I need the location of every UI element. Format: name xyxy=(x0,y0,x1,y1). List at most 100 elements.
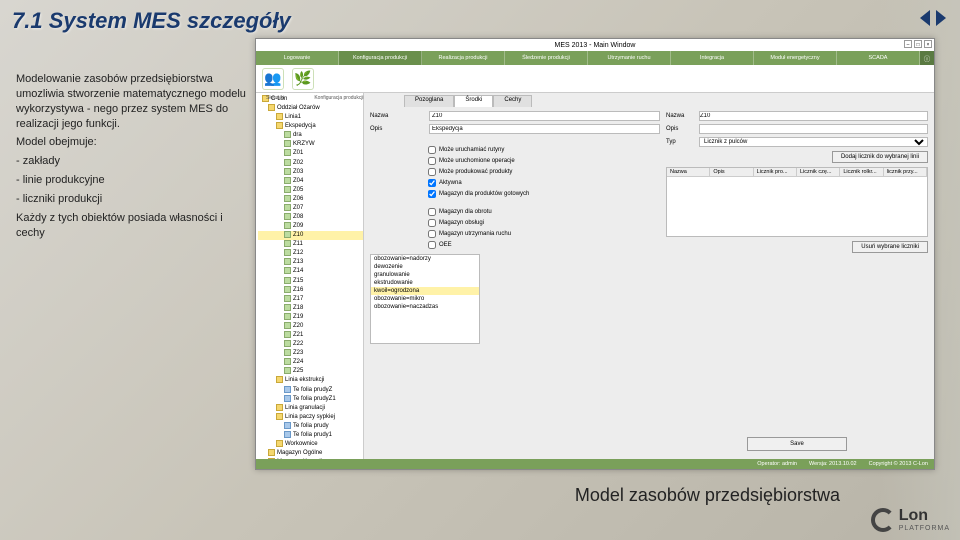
chk7[interactable] xyxy=(428,219,436,227)
form-left: Nazwa Opis Może uruchamiać rutyny Może u… xyxy=(370,111,660,455)
save-button[interactable]: Save xyxy=(747,437,847,451)
chk3[interactable] xyxy=(428,168,436,176)
tree-z21: Z21 xyxy=(258,331,363,340)
toolbar-icon-config[interactable]: 🌿 xyxy=(292,68,314,90)
slide-caption: Model zasobów przedsiębiorstwa xyxy=(575,485,840,506)
main-panel: Pozoglana Środki Cechy Nazwa Opis Może u… xyxy=(364,93,934,459)
tree-z02: Z02 xyxy=(258,159,363,168)
status-copyright: Copyright © 2013 C-Lon xyxy=(869,461,928,467)
tree-z07: Z07 xyxy=(258,204,363,213)
tree-panel[interactable]: C-Lon Oddział Ożarów Linia1 Ekspedycja d… xyxy=(256,93,364,459)
tree-ex2: Te folia prudyZ1 xyxy=(258,395,363,404)
tree-z20: Z20 xyxy=(258,322,363,331)
ops-5[interactable]: obozowanie=mikro xyxy=(371,295,479,303)
opis-input[interactable] xyxy=(429,124,660,134)
tree-z08: Z08 xyxy=(258,213,363,222)
add-counter-button[interactable]: Dodaj licznik do wybranej linii xyxy=(832,151,928,163)
tree-z01: Z01 xyxy=(258,149,363,158)
ops-4[interactable]: kwoil=ogrodzona xyxy=(371,287,479,295)
tree-z25: Z25 xyxy=(258,367,363,376)
menu-item-0[interactable]: Logowanie xyxy=(256,51,339,65)
ops-0[interactable]: obozowanie=nadorzy xyxy=(371,255,479,263)
tree-z12: Z12 xyxy=(258,249,363,258)
ops-3[interactable]: ekstrudowanie xyxy=(371,279,479,287)
slide-description: Modelowanie zasobów przedsiębiorstwa umo… xyxy=(16,72,246,244)
desc-p1: Model obejmuje: xyxy=(16,135,246,150)
info-icon[interactable]: ⓘ xyxy=(920,51,934,65)
menu-item-6[interactable]: Moduł energetyczny xyxy=(754,51,837,65)
desc-p4: - liczniki produkcji xyxy=(16,192,246,207)
tree-dra: dra xyxy=(258,131,363,140)
maximize-button[interactable]: □ xyxy=(914,40,922,48)
tab-1[interactable]: Środki xyxy=(454,95,493,107)
minimize-button[interactable]: – xyxy=(904,40,912,48)
ops-6[interactable]: obozowanie=naczadzas xyxy=(371,303,479,311)
chk9[interactable] xyxy=(428,241,436,249)
next-slide-icon[interactable] xyxy=(936,10,946,26)
gh-0: Nazwa xyxy=(667,168,710,176)
menu-item-1[interactable]: Konfiguracja produkcji xyxy=(339,51,422,65)
chk6[interactable] xyxy=(428,208,436,216)
menu-item-7[interactable]: SCADA xyxy=(837,51,920,65)
toolbar-icon-users[interactable]: 👥 xyxy=(262,68,284,90)
tab-2[interactable]: Cechy xyxy=(493,95,532,107)
r-typ-select[interactable]: Licznik z pulców xyxy=(699,137,928,147)
gh-4: Licznik rolkr... xyxy=(840,168,883,176)
tree-z23: Z23 xyxy=(258,349,363,358)
mes-app-window: MES 2013 - Main Window – □ × Logowanie K… xyxy=(255,38,935,470)
chk4[interactable] xyxy=(428,179,436,187)
tree-z15: Z15 xyxy=(258,277,363,286)
toolbar: 👥 🌿 xyxy=(256,65,934,93)
logo-text: Lon xyxy=(899,507,950,525)
logo-icon xyxy=(871,508,895,532)
prev-slide-icon[interactable] xyxy=(920,10,930,26)
gh-5: licznik przy... xyxy=(884,168,927,176)
r-typ-label: Typ xyxy=(666,139,696,145)
menu-item-5[interactable]: Integracja xyxy=(671,51,754,65)
form-right: Nazwa Opis TypLicznik z pulców Dodaj lic… xyxy=(666,111,928,455)
logo-subtext: PLATFORMA xyxy=(899,525,950,532)
close-button[interactable]: × xyxy=(924,40,932,48)
tree-s2: Te folia prudy1 xyxy=(258,431,363,440)
ops-1[interactable]: dewozenie xyxy=(371,263,479,271)
tree-line1: Linia1 xyxy=(258,113,363,122)
nazwa-input[interactable] xyxy=(429,111,660,121)
chk2[interactable] xyxy=(428,157,436,165)
tree-z09: Z09 xyxy=(258,222,363,231)
menu-item-2[interactable]: Realizacja produkcji xyxy=(422,51,505,65)
chk5[interactable] xyxy=(428,190,436,198)
tree-exp: Ekspedycja xyxy=(258,122,363,131)
tree-z05: Z05 xyxy=(258,186,363,195)
statusbar: Operator: admin Wersja: 2013.10.02 Copyr… xyxy=(256,459,934,469)
menu-item-4[interactable]: Utrzymanie ruchu xyxy=(588,51,671,65)
menu-item-3[interactable]: Śledzenie produkcji xyxy=(505,51,588,65)
chk8[interactable] xyxy=(428,230,436,238)
tree-mag1: Magazyn Ogólne xyxy=(258,449,363,458)
desc-p3: - linie produkcyjne xyxy=(16,173,246,188)
chk1[interactable] xyxy=(428,146,436,154)
slide-title: 7.1 System MES szczegóły xyxy=(12,8,291,34)
ops-list[interactable]: obozowanie=nadorzy dewozenie granulowani… xyxy=(370,254,480,344)
tree-z10: Z10 xyxy=(258,231,363,240)
tree-gline: Linia granulacji xyxy=(258,404,363,413)
tree-plant: Oddział Ożarów xyxy=(258,104,363,113)
toolbar-label-0: Słowniki xyxy=(266,95,284,101)
status-operator: Operator: admin xyxy=(757,461,797,467)
counter-grid[interactable]: Nazwa Opis Licznik pro... Licznik czę...… xyxy=(666,167,928,237)
tree-s1: Te folia prudy xyxy=(258,422,363,431)
tab-0[interactable]: Pozoglana xyxy=(404,95,454,107)
tree-z17: Z17 xyxy=(258,295,363,304)
nazwa-label: Nazwa xyxy=(370,113,425,119)
r-nazwa-input[interactable] xyxy=(699,111,928,121)
tree-z11: Z11 xyxy=(258,240,363,249)
delete-counter-button[interactable]: Usuń wybrane liczniki xyxy=(852,241,928,253)
gh-1: Opis xyxy=(710,168,753,176)
gh-3: Licznik czę... xyxy=(797,168,840,176)
tree-sline: Linia paczy sypkiej xyxy=(258,413,363,422)
tree-work: Workownice xyxy=(258,440,363,449)
status-version: Wersja: 2013.10.02 xyxy=(809,461,857,467)
logo: Lon PLATFORMA xyxy=(871,507,950,532)
tree-krz: KRZYW xyxy=(258,140,363,149)
r-opis-input[interactable] xyxy=(699,124,928,134)
ops-2[interactable]: granulowanie xyxy=(371,271,479,279)
